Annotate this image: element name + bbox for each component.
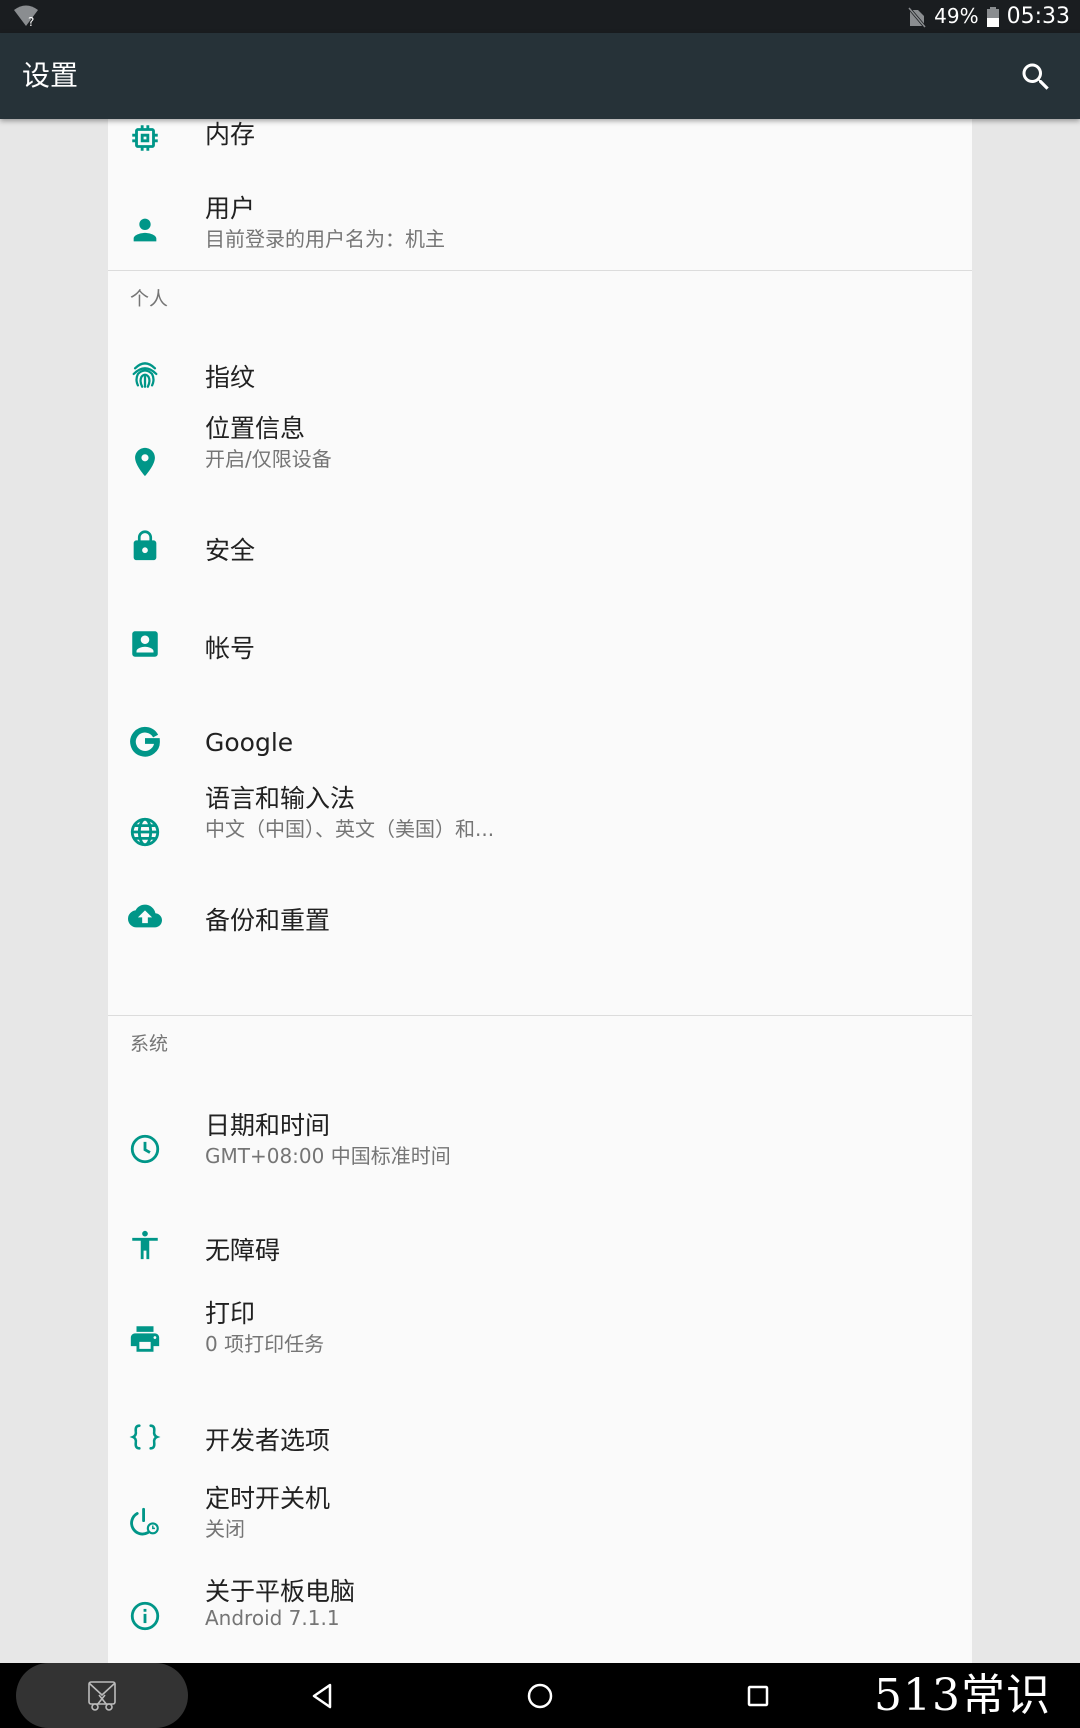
no-sim-icon bbox=[908, 6, 927, 28]
page-title: 设置 bbox=[22, 59, 79, 92]
settings-item-language[interactable]: 语言和输入法 中文（中国）、英文（美国）和... bbox=[108, 779, 972, 876]
back-icon[interactable] bbox=[306, 1680, 338, 1712]
location-icon bbox=[135, 447, 155, 477]
settings-item-summary: GMT+08:00 中国标准时间 bbox=[205, 1144, 451, 1168]
settings-item-summary: 目前登录的用户名为：机主 bbox=[205, 227, 445, 251]
settings-item-title: 内存 bbox=[205, 120, 256, 149]
settings-item-title: 开发者选项 bbox=[205, 1426, 331, 1455]
settings-item-title: 位置信息 bbox=[205, 414, 306, 443]
settings-item-summary: 开启/仅限设备 bbox=[205, 447, 332, 471]
settings-item-memory[interactable]: 内存 bbox=[108, 119, 972, 189]
settings-item-printing[interactable]: 打印 0 项打印任务 bbox=[108, 1294, 972, 1391]
section-divider bbox=[108, 1015, 972, 1016]
settings-item-summary: 关闭 bbox=[205, 1517, 245, 1541]
settings-item-title: 安全 bbox=[205, 536, 256, 565]
status-right: 49% 05:33 bbox=[908, 0, 1070, 33]
settings-item-summary: 0 项打印任务 bbox=[205, 1332, 325, 1356]
settings-item-title: 帐号 bbox=[205, 634, 256, 663]
clock: 05:33 bbox=[1006, 4, 1070, 29]
settings-item-title: 打印 bbox=[205, 1299, 256, 1328]
watermark: 513常识网 bbox=[874, 1670, 1051, 1721]
clock-icon bbox=[130, 1134, 160, 1164]
power-timer-icon bbox=[130, 1507, 159, 1536]
settings-item-fingerprint[interactable]: 指纹 bbox=[108, 329, 972, 419]
home-icon[interactable] bbox=[524, 1680, 556, 1712]
status-bar: ? 49% 05:33 bbox=[0, 0, 1080, 33]
settings-item-title: 日期和时间 bbox=[205, 1111, 331, 1140]
settings-item-developer-options[interactable]: 开发者选项 bbox=[108, 1394, 972, 1484]
svg-text:?: ? bbox=[28, 15, 34, 28]
info-icon bbox=[130, 1601, 160, 1631]
settings-item-accounts[interactable]: 帐号 bbox=[108, 602, 972, 692]
printer-icon bbox=[130, 1326, 160, 1352]
account-icon bbox=[132, 631, 158, 657]
settings-item-title: 用户 bbox=[205, 194, 256, 223]
settings-item-users[interactable]: 用户 目前登录的用户名为：机主 bbox=[108, 189, 972, 286]
accessibility-icon bbox=[132, 1230, 158, 1260]
settings-item-summary: Android 7.1.1 bbox=[205, 1606, 340, 1630]
screenshot-icon bbox=[88, 1681, 116, 1711]
settings-item-location[interactable]: 位置信息 开启/仅限设备 bbox=[108, 409, 972, 506]
settings-item-date-time[interactable]: 日期和时间 GMT+08:00 中国标准时间 bbox=[108, 1039, 972, 1168]
settings-item-title: 指纹 bbox=[205, 363, 256, 392]
settings-item-summary: 中文（中国）、英文（美国）和... bbox=[205, 817, 495, 841]
settings-item-title: 语言和输入法 bbox=[205, 784, 356, 813]
memory-icon bbox=[132, 125, 158, 151]
settings-list: 内存 用户 目前登录的用户名为：机主 个人 指纹 位置信息 开启/仅限设备 安全… bbox=[108, 119, 972, 1663]
section-divider bbox=[108, 270, 972, 271]
section-header-personal: 个人 bbox=[130, 288, 169, 310]
settings-item-title: 关于平板电脑 bbox=[205, 1577, 356, 1606]
settings-item-security[interactable]: 安全 bbox=[108, 504, 972, 594]
settings-item-title: Google bbox=[205, 728, 294, 757]
settings-item-google[interactable]: Google bbox=[108, 699, 972, 789]
battery-percent: 49% bbox=[934, 4, 979, 28]
google-icon bbox=[130, 726, 160, 757]
lock-icon bbox=[133, 530, 157, 561]
fingerprint-icon bbox=[132, 362, 158, 388]
wifi-question-icon: ? bbox=[14, 5, 38, 28]
settings-item-title: 备份和重置 bbox=[205, 906, 331, 935]
settings-item-title: 无障碍 bbox=[205, 1236, 281, 1265]
recents-icon[interactable] bbox=[742, 1680, 774, 1712]
code-braces-icon bbox=[129, 1424, 161, 1450]
settings-item-title: 定时开关机 bbox=[205, 1484, 331, 1513]
settings-item-backup-reset[interactable]: 备份和重置 bbox=[108, 874, 972, 964]
globe-icon bbox=[130, 817, 160, 847]
person-icon bbox=[133, 218, 157, 242]
cloud-upload-icon bbox=[128, 904, 162, 928]
settings-item-about-tablet[interactable]: 关于平板电脑 Android 7.1.1 bbox=[108, 1577, 972, 1663]
app-bar: 设置 bbox=[0, 33, 1080, 119]
battery-icon bbox=[986, 6, 999, 27]
screenshot-toggle[interactable] bbox=[16, 1663, 188, 1728]
settings-item-accessibility[interactable]: 无障碍 bbox=[108, 1204, 972, 1294]
search-icon[interactable] bbox=[1018, 59, 1054, 95]
